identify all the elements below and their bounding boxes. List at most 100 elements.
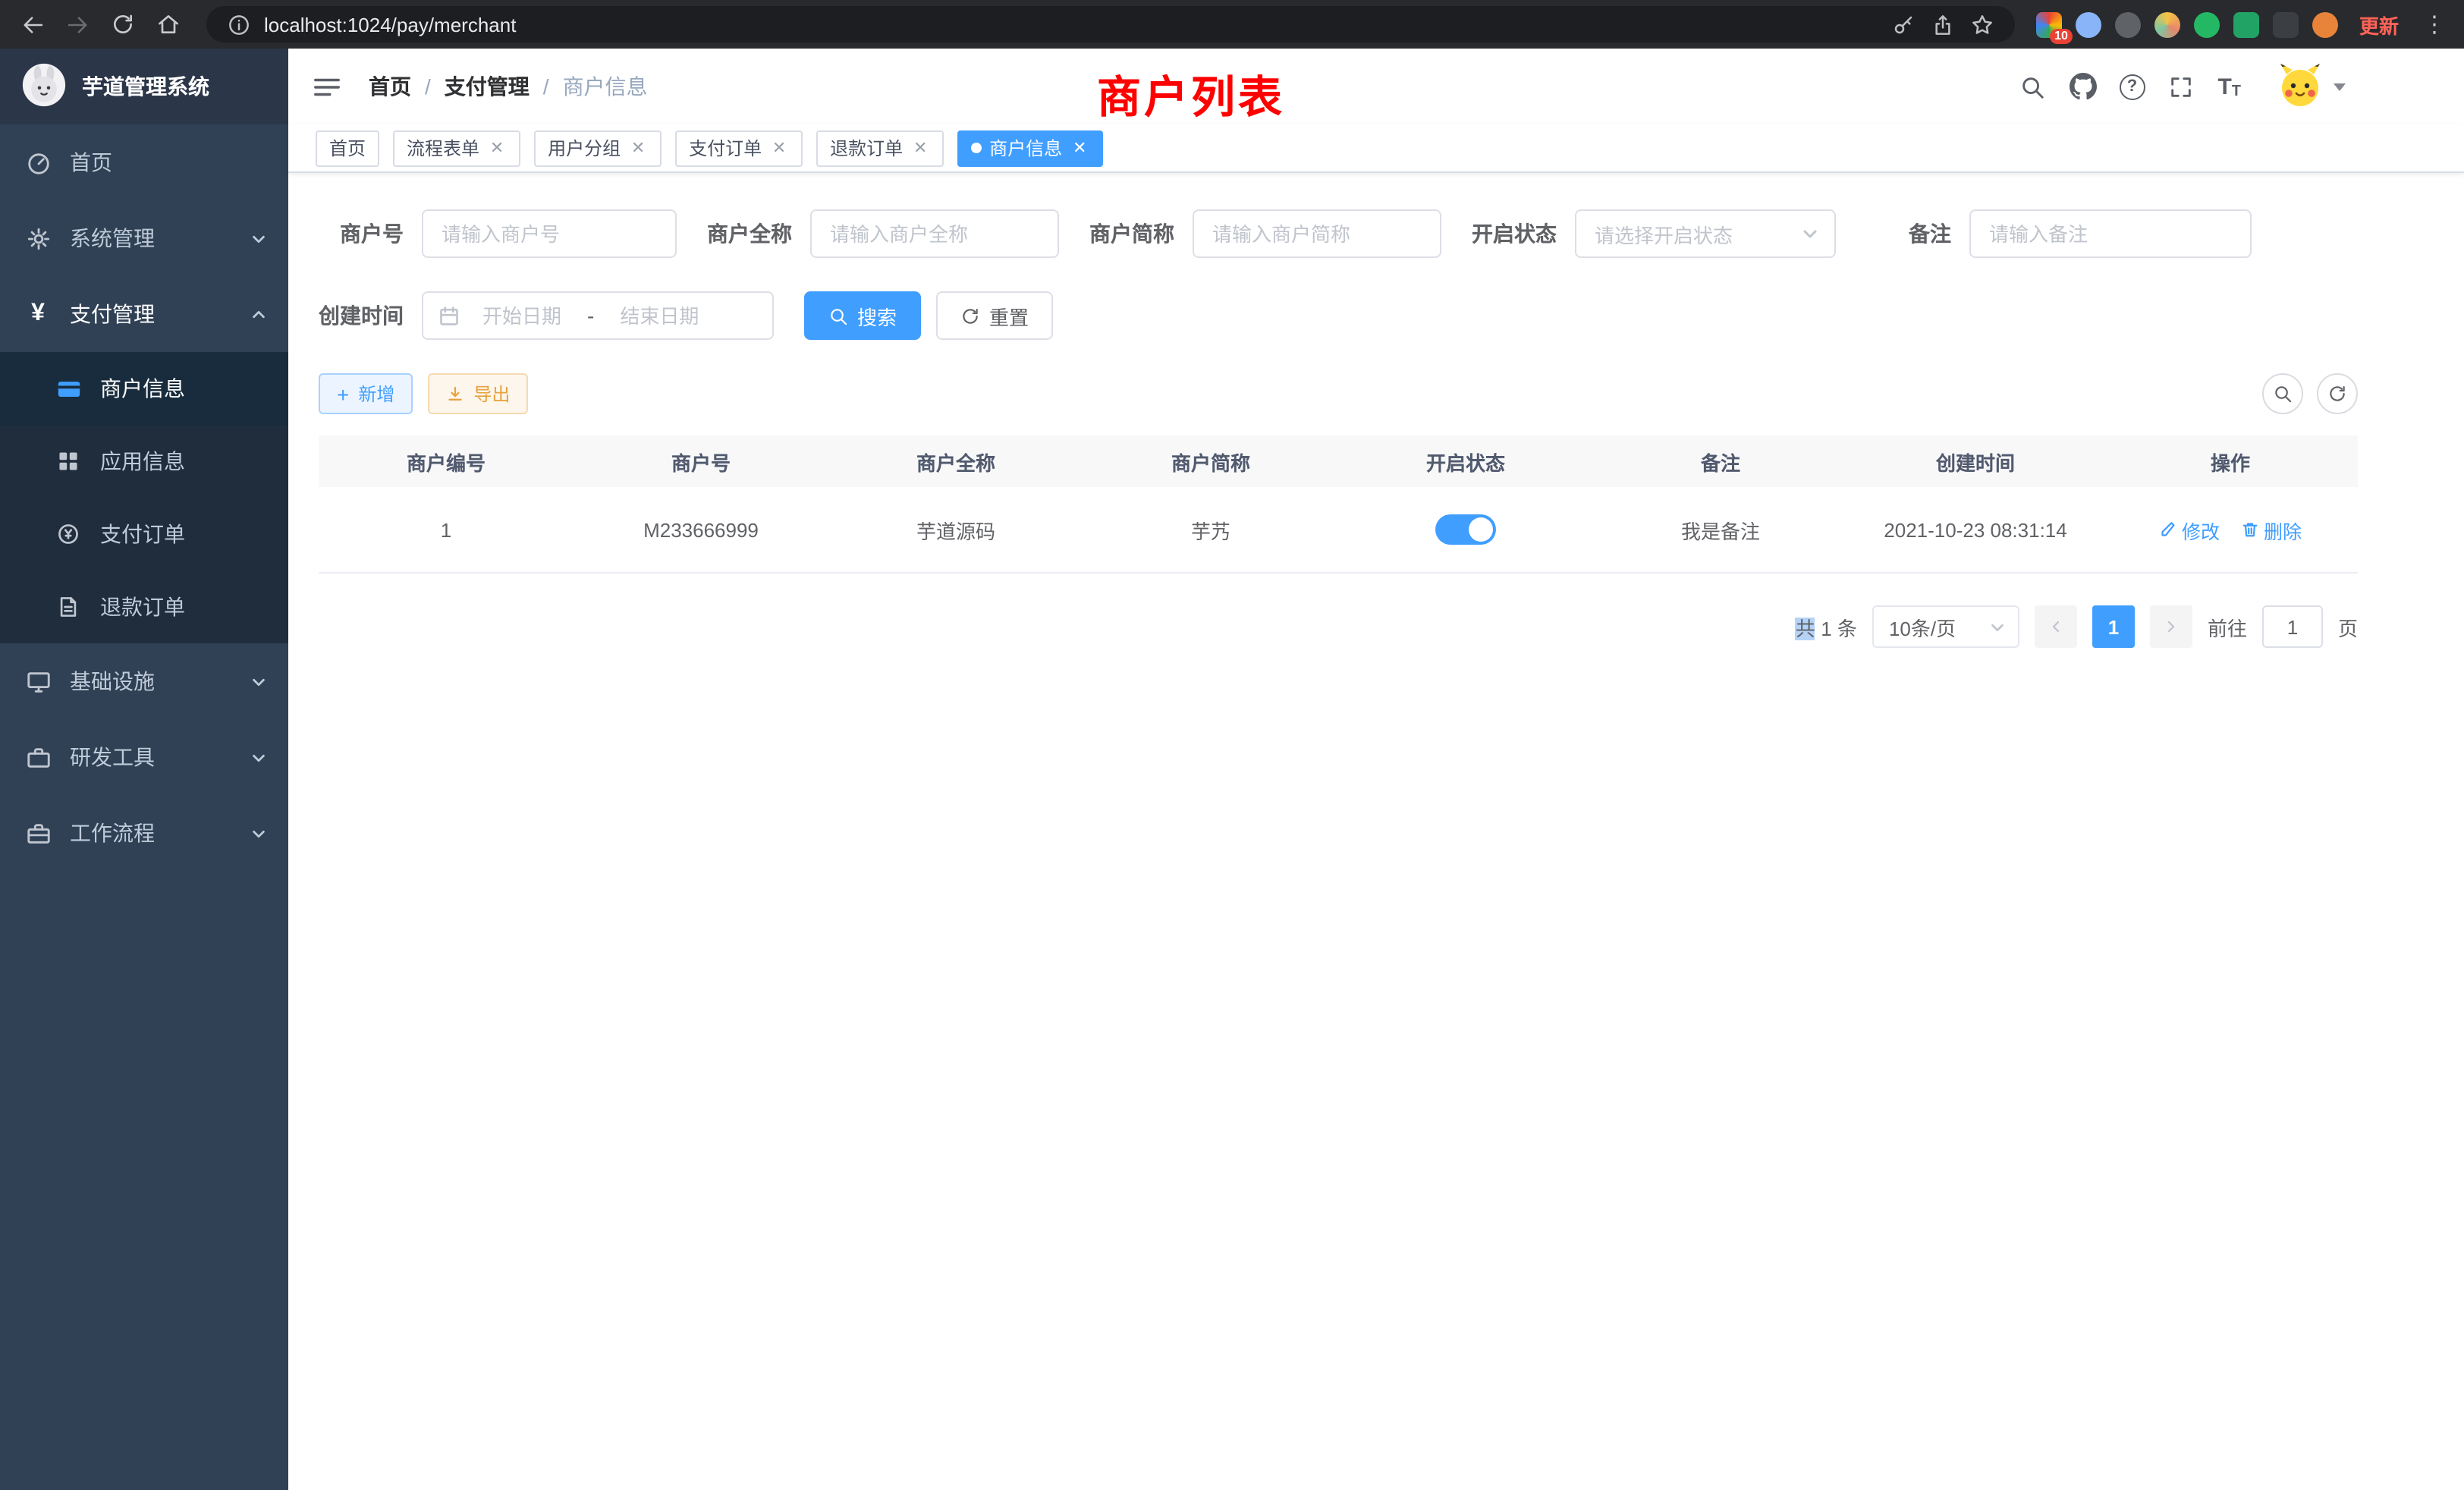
next-page-button[interactable] (2150, 605, 2192, 648)
browser-menu-icon[interactable]: ⋮ (2420, 11, 2449, 38)
merchant-no-label: 商户号 (319, 218, 422, 249)
caret-down-icon (2334, 83, 2346, 90)
cell-merchant-id: 1 (319, 518, 574, 541)
refresh-button[interactable] (2317, 373, 2358, 414)
remark-input[interactable] (1969, 209, 2252, 258)
extension-icon[interactable]: 10 (2036, 11, 2062, 37)
table-header-cell: 操作 (2103, 447, 2358, 476)
home-icon[interactable] (152, 8, 185, 41)
sidebar-item-pay-order[interactable]: 支付订单 (0, 498, 288, 571)
breadcrumb-payment[interactable]: 支付管理 (445, 71, 530, 102)
add-button[interactable]: + 新增 (319, 373, 413, 414)
update-button[interactable]: 更新 (2350, 10, 2408, 39)
full-name-input[interactable] (810, 209, 1059, 258)
tab-label: 首页 (329, 135, 366, 161)
user-menu[interactable] (2276, 60, 2346, 113)
short-name-input[interactable] (1193, 209, 1441, 258)
extension-icon[interactable] (2154, 11, 2180, 37)
sidebar-item-label: 研发工具 (70, 742, 155, 772)
tab-user-group[interactable]: 用户分组 ✕ (534, 130, 662, 166)
page-size-select[interactable]: 10条/页 (1872, 605, 2019, 648)
delete-button[interactable]: 删除 (2241, 515, 2302, 544)
status-toggle[interactable] (1435, 514, 1496, 545)
sidebar-item-infra[interactable]: 基础设施 (0, 643, 288, 719)
sidebar: 芋道管理系统 首页 系统管理 ¥ 支付管理 (0, 49, 288, 1490)
chevron-down-icon (1801, 225, 1819, 243)
sidebar-item-app-info[interactable]: 应用信息 (0, 425, 288, 498)
full-name-label: 商户全称 (707, 218, 810, 249)
sidebar-item-home[interactable]: 首页 (0, 124, 288, 200)
toggle-search-button[interactable] (2262, 373, 2303, 414)
sidebar-item-refund-order[interactable]: 退款订单 (0, 571, 288, 643)
date-start-input[interactable] (466, 304, 578, 327)
tab-home[interactable]: 首页 (316, 130, 379, 166)
site-info-icon[interactable] (225, 11, 252, 38)
sidebar-item-label: 首页 (70, 147, 112, 178)
sidebar-item-merchant-info[interactable]: 商户信息 (0, 352, 288, 425)
share-icon[interactable] (1930, 11, 1957, 38)
fullscreen-icon[interactable] (2167, 73, 2195, 100)
refresh-icon (2327, 384, 2347, 404)
sidebar-item-label: 商户信息 (100, 373, 185, 404)
tab-merchant-info[interactable]: 商户信息 ✕ (957, 130, 1103, 166)
url-text[interactable]: localhost:1024/pay/merchant (264, 13, 1878, 36)
sidebar-item-devtools[interactable]: 研发工具 (0, 719, 288, 795)
tab-process-form[interactable]: 流程表单 ✕ (393, 130, 520, 166)
status-select[interactable]: 请选择开启状态 (1575, 209, 1836, 258)
tab-refund-order[interactable]: 退款订单 ✕ (816, 130, 944, 166)
breadcrumb-home[interactable]: 首页 (369, 71, 411, 102)
tab-pay-order[interactable]: 支付订单 ✕ (675, 130, 803, 166)
sidebar-item-workflow[interactable]: 工作流程 (0, 795, 288, 871)
goto-input[interactable] (2262, 605, 2323, 648)
tab-close-icon[interactable]: ✕ (910, 138, 930, 158)
reset-button-label: 重置 (989, 301, 1029, 330)
bookmark-star-icon[interactable] (1969, 11, 1997, 38)
briefcase-icon (24, 743, 52, 771)
extension-icon[interactable] (2076, 11, 2101, 37)
reload-icon[interactable] (106, 8, 140, 41)
help-icon[interactable]: ? (2119, 74, 2145, 99)
github-icon[interactable] (2069, 73, 2096, 100)
tab-close-icon[interactable]: ✕ (769, 138, 789, 158)
sidebar-item-system[interactable]: 系统管理 (0, 200, 288, 276)
filter-status: 开启状态 请选择开启状态 (1472, 209, 1836, 258)
hamburger-icon[interactable] (313, 72, 341, 101)
annotation-text: 商户列表 (1097, 62, 1285, 126)
navbar: 首页 / 支付管理 / 商户信息 商户列表 ? (288, 49, 2464, 124)
filter-row-1: 商户号 商户全称 商户简称 开启状态 请选择开启状态 (319, 209, 2358, 258)
extension-icon[interactable] (2312, 11, 2338, 37)
tab-close-icon[interactable]: ✕ (487, 138, 507, 158)
merchant-no-input[interactable] (422, 209, 677, 258)
search-icon[interactable] (2019, 73, 2046, 100)
date-end-input[interactable] (603, 304, 715, 327)
app-logo[interactable]: 芋道管理系统 (0, 49, 288, 124)
extension-icon[interactable] (2233, 11, 2259, 37)
export-button[interactable]: 导出 (428, 373, 528, 414)
key-icon[interactable] (1890, 11, 1918, 38)
table-header-cell: 商户全称 (828, 447, 1083, 476)
date-range-picker[interactable]: - (422, 291, 774, 340)
extension-icon[interactable] (2115, 11, 2141, 37)
forward-icon[interactable] (61, 8, 94, 41)
tab-close-icon[interactable]: ✕ (628, 138, 648, 158)
pagination: 共 1 条 10条/页 1 (319, 605, 2358, 648)
search-icon (2273, 384, 2293, 404)
extension-icon[interactable] (2273, 11, 2299, 37)
edit-button[interactable]: 修改 (2159, 515, 2220, 544)
sidebar-item-payment[interactable]: ¥ 支付管理 (0, 276, 288, 352)
address-bar[interactable]: localhost:1024/pay/merchant (206, 6, 2015, 42)
export-button-label: 导出 (473, 381, 510, 407)
font-size-icon[interactable]: TT (2217, 74, 2241, 99)
cell-full-name: 芋道源码 (828, 515, 1083, 544)
prev-page-button[interactable] (2035, 605, 2077, 648)
logo-avatar (21, 61, 67, 112)
page-1-button[interactable]: 1 (2092, 605, 2135, 648)
table-header-row: 商户编号 商户号 商户全称 商户简称 开启状态 备注 创建时间 操作 (319, 435, 2358, 487)
cell-create-time: 2021-10-23 08:31:14 (1848, 518, 2103, 541)
reset-button[interactable]: 重置 (936, 291, 1053, 340)
extension-icon[interactable] (2194, 11, 2220, 37)
tab-close-icon[interactable]: ✕ (1070, 138, 1089, 158)
back-icon[interactable] (15, 8, 49, 41)
download-icon (446, 385, 464, 403)
search-button[interactable]: 搜索 (804, 291, 921, 340)
